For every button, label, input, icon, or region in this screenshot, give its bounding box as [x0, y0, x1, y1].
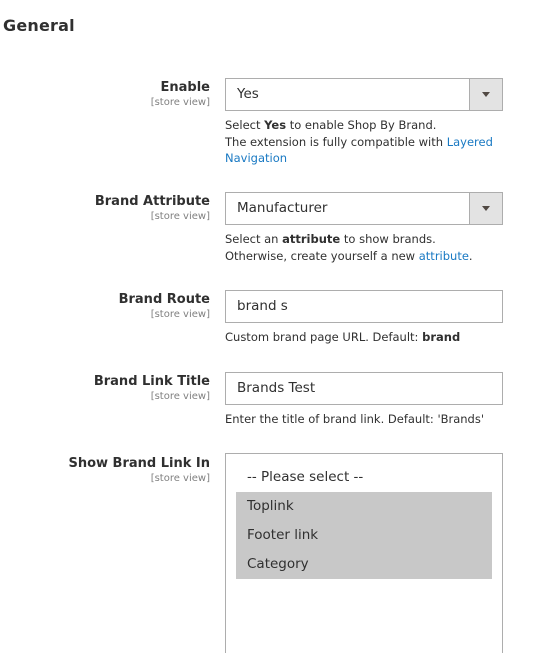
- enable-select-toggle[interactable]: [469, 79, 502, 110]
- brand-attribute-label-group: Brand Attribute [store view]: [10, 193, 210, 223]
- brand-link-title-label: Brand Link Title: [93, 374, 210, 389]
- brand-attribute-select-toggle[interactable]: [469, 193, 502, 224]
- note-text: to show brands.: [340, 232, 436, 246]
- note-text: to enable Shop By Brand.: [286, 118, 437, 132]
- multiselect-option-please-select[interactable]: -- Please select --: [236, 463, 492, 492]
- show-brand-link-in-multiselect[interactable]: -- Please select -- Toplink Footer link …: [225, 453, 503, 653]
- enable-label-group: Enable [store view]: [10, 79, 210, 109]
- show-brand-link-in-label: Show Brand Link In: [68, 456, 210, 471]
- enable-note: Select Yes to enable Shop By Brand. The …: [225, 117, 503, 167]
- brand-link-title-scope: [store view]: [150, 391, 210, 402]
- brand-link-title-input[interactable]: Brands Test: [225, 372, 503, 405]
- note-text: Custom brand page URL. Default:: [225, 330, 423, 344]
- multiselect-option-footer-link[interactable]: Footer link: [236, 521, 492, 550]
- show-brand-link-in-label-group: Show Brand Link In [store view]: [10, 455, 210, 485]
- note-text: Otherwise, create yourself a new: [225, 248, 419, 263]
- chevron-down-icon: [482, 92, 490, 97]
- brand-attribute-scope: [store view]: [150, 211, 210, 222]
- enable-select-value: Yes: [237, 86, 259, 102]
- multiselect-option-toplink[interactable]: Toplink: [236, 492, 492, 521]
- note-bold: attribute: [282, 232, 341, 246]
- enable-scope: [store view]: [150, 97, 210, 108]
- enable-select[interactable]: Yes: [225, 78, 503, 111]
- multiselect-option-category[interactable]: Category: [236, 550, 492, 579]
- brand-attribute-label: Brand Attribute: [94, 194, 210, 209]
- section-title: General: [3, 16, 75, 35]
- brand-link-title-note: Enter the title of brand link. Default: …: [225, 412, 485, 426]
- note-bold: Yes: [264, 118, 287, 132]
- brand-attribute-select[interactable]: Manufacturer: [225, 192, 503, 225]
- brand-route-label: Brand Route: [118, 292, 210, 307]
- brand-attribute-note: Select an attribute to show brands. Othe…: [225, 231, 503, 264]
- brand-attribute-select-value: Manufacturer: [237, 200, 328, 216]
- note-text: .: [468, 248, 473, 263]
- brand-route-input[interactable]: brand s: [225, 290, 503, 323]
- brand-route-label-group: Brand Route [store view]: [10, 291, 210, 321]
- note-text: The extension is fully compatible with: [225, 134, 447, 149]
- enable-label: Enable: [160, 80, 211, 95]
- show-brand-link-in-scope: [store view]: [150, 473, 210, 484]
- brand-route-note: Custom brand page URL. Default: brand: [225, 329, 503, 346]
- attribute-link[interactable]: attribute: [419, 249, 469, 263]
- note-text: Select an: [225, 232, 283, 246]
- note-text: Select: [225, 118, 265, 132]
- brand-link-title-label-group: Brand Link Title [store view]: [10, 373, 210, 403]
- chevron-down-icon: [482, 206, 490, 211]
- note-bold: brand: [422, 330, 461, 344]
- brand-route-scope: [store view]: [150, 309, 210, 320]
